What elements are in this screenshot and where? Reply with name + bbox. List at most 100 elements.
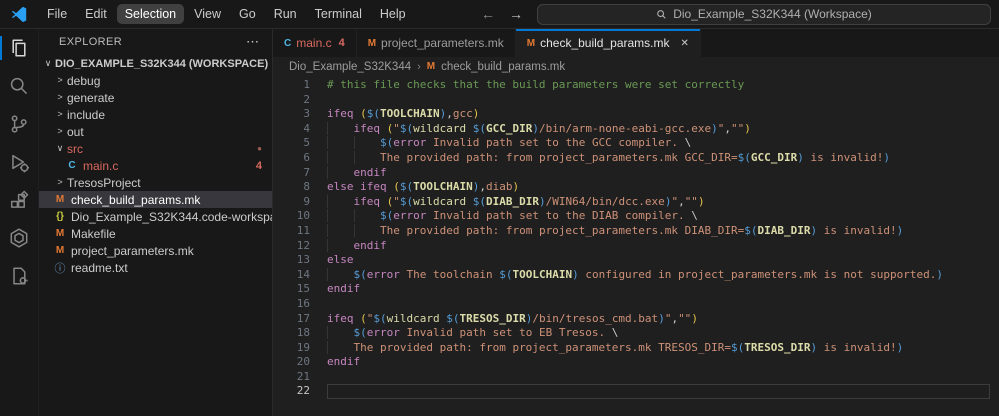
menu-file[interactable]: File	[39, 4, 75, 24]
line-number: 9	[273, 195, 310, 210]
line-number: 12	[273, 239, 310, 254]
line-content: The provided path: from project_paramete…	[327, 224, 990, 239]
c-file-icon: C	[284, 38, 291, 49]
menu-run[interactable]: Run	[266, 4, 305, 24]
code-line-7[interactable]: 7 endif	[273, 166, 999, 181]
code-line-21[interactable]: 21	[273, 370, 999, 385]
code-line-9[interactable]: 9 ifeq ("$(wildcard $(DIAB_DIR)/WIN64/bi…	[273, 195, 999, 210]
activity-bar-run-debug[interactable]	[0, 143, 38, 181]
vscode-window: FileEditSelectionViewGoRunTerminalHelp ←…	[0, 0, 999, 416]
m-file-icon: M	[368, 38, 376, 49]
code-line-14[interactable]: 14 $(error The toolchain $(TOOLCHAIN) co…	[273, 268, 999, 283]
line-number: 13	[273, 253, 310, 268]
code-line-2[interactable]: 2	[273, 93, 999, 108]
tree-folder-debug[interactable]: >debug	[39, 72, 272, 89]
code-line-16[interactable]: 16	[273, 297, 999, 312]
code-line-6[interactable]: 6 The provided path: from project_parame…	[273, 151, 999, 166]
tree-file-dio-example-s32k344-code-workspace[interactable]: {}Dio_Example_S32K344.code-workspace	[39, 208, 272, 225]
line-number: 8	[273, 180, 310, 195]
info-file-icon: ⓘ	[53, 260, 67, 276]
line-number: 16	[273, 297, 310, 312]
tree-item-label: debug	[67, 74, 100, 88]
tree-file-main-c[interactable]: Cmain.c4	[39, 157, 272, 174]
chevron-right-icon: >	[53, 174, 67, 191]
line-content: The provided path: from project_paramete…	[327, 341, 990, 356]
editor-group: Cmain.c4Mproject_parameters.mkMcheck_bui…	[273, 29, 999, 416]
code-line-19[interactable]: 19 The provided path: from project_param…	[273, 341, 999, 356]
line-content: $(error Invalid path set to EB Tresos. \	[327, 326, 990, 341]
line-number: 4	[273, 122, 310, 137]
activity-bar-package-hexagon[interactable]	[0, 219, 38, 257]
menu-edit[interactable]: Edit	[77, 4, 115, 24]
line-number: 18	[273, 326, 310, 341]
code-line-8[interactable]: 8else ifeq ($(TOOLCHAIN),diab)	[273, 180, 999, 195]
tree-folder-out[interactable]: >out	[39, 123, 272, 140]
tree-file-project-parameters-mk[interactable]: Mproject_parameters.mk	[39, 242, 272, 259]
code-line-17[interactable]: 17ifeq ("$(wildcard $(TRESOS_DIR)/bin/tr…	[273, 312, 999, 327]
code-line-5[interactable]: 5 $(error Invalid path set to the GCC co…	[273, 136, 999, 151]
menu-help[interactable]: Help	[372, 4, 414, 24]
line-content	[327, 384, 990, 399]
tab-check-build-params-mk[interactable]: Mcheck_build_params.mk✕	[516, 29, 701, 57]
line-number: 21	[273, 370, 310, 385]
search-icon	[656, 9, 667, 20]
tree-folder-include[interactable]: >include	[39, 106, 272, 123]
breadcrumb-folder[interactable]: Dio_Example_S32K344	[289, 61, 411, 73]
code-line-10[interactable]: 10 $(error Invalid path set to the DIAB …	[273, 209, 999, 224]
code-line-15[interactable]: 15endif	[273, 282, 999, 297]
activity-bar-config-file[interactable]	[0, 257, 38, 295]
tree-item-label: DIO_EXAMPLE_S32K344 (WORKSPACE)	[55, 58, 268, 70]
code-line-12[interactable]: 12 endif	[273, 239, 999, 254]
menu-terminal[interactable]: Terminal	[307, 4, 370, 24]
forward-arrow-icon[interactable]: →	[509, 6, 523, 22]
code-line-20[interactable]: 20endif	[273, 355, 999, 370]
activity-bar-source-control[interactable]	[0, 105, 38, 143]
tree-item-label: TresosProject	[67, 176, 141, 190]
menu-selection[interactable]: Selection	[117, 4, 184, 24]
tree-file-readme-txt[interactable]: ⓘ readme.txt	[39, 259, 272, 276]
tree-folder-dio-example-s32k344-workspace[interactable]: ∨DIO_EXAMPLE_S32K344 (WORKSPACE)	[39, 55, 272, 72]
line-content: $(error Invalid path set to the DIAB com…	[327, 209, 990, 224]
menu-go[interactable]: Go	[231, 4, 264, 24]
menu-bar: FileEditSelectionViewGoRunTerminalHelp	[38, 0, 415, 28]
back-arrow-icon[interactable]: ←	[481, 6, 495, 22]
activity-bar-search[interactable]	[0, 67, 38, 105]
tree-folder-generate[interactable]: >generate	[39, 89, 272, 106]
m-file-icon: M	[53, 194, 67, 205]
code-line-13[interactable]: 13else	[273, 253, 999, 268]
tree-folder-src[interactable]: ∨src●	[39, 140, 272, 157]
close-icon[interactable]: ✕	[681, 38, 689, 49]
breadcrumb-file[interactable]: check_build_params.mk	[441, 61, 565, 73]
tree-file-check-build-params-mk[interactable]: Mcheck_build_params.mk	[39, 191, 272, 208]
tree-item-label: generate	[67, 91, 114, 105]
tab-main-c[interactable]: Cmain.c4	[273, 29, 357, 57]
search-label: Dio_Example_S32K344 (Workspace)	[673, 7, 872, 21]
activity-bar-explorer[interactable]	[0, 29, 38, 67]
tab-project-parameters-mk[interactable]: Mproject_parameters.mk	[357, 29, 516, 57]
code-line-1[interactable]: 1# this file checks that the build param…	[273, 78, 999, 93]
code-line-3[interactable]: 3ifeq ($(TOOLCHAIN),gcc)	[273, 107, 999, 122]
code-line-18[interactable]: 18 $(error Invalid path set to EB Tresos…	[273, 326, 999, 341]
extensions-icon	[8, 189, 30, 211]
menu-view[interactable]: View	[186, 4, 229, 24]
modified-dot-badge: ●	[257, 144, 262, 153]
chevron-down-icon: ∨	[53, 140, 67, 157]
command-center-search[interactable]: Dio_Example_S32K344 (Workspace)	[537, 4, 991, 25]
line-content: endif	[327, 239, 990, 254]
activity-bar-extensions[interactable]	[0, 181, 38, 219]
explorer-sidebar: EXPLORER ⋯ ∨DIO_EXAMPLE_S32K344 (WORKSPA…	[39, 29, 273, 416]
tree-file-makefile[interactable]: MMakefile	[39, 225, 272, 242]
run-debug-icon	[8, 151, 30, 173]
m-file-icon: M	[53, 245, 67, 256]
code-line-22[interactable]: 22	[273, 384, 999, 399]
tree-folder-tresosproject[interactable]: >TresosProject	[39, 174, 272, 191]
code-line-11[interactable]: 11 The provided path: from project_param…	[273, 224, 999, 239]
tree-item-label: readme.txt	[71, 261, 128, 275]
vscode-logo-icon	[0, 5, 38, 23]
tree-item-label: project_parameters.mk	[71, 244, 194, 258]
breadcrumb[interactable]: Dio_Example_S32K344 › M check_build_para…	[273, 57, 999, 76]
code-editor[interactable]: 1# this file checks that the build param…	[273, 76, 999, 416]
code-line-4[interactable]: 4 ifeq ("$(wildcard $(GCC_DIR)/bin/arm-n…	[273, 122, 999, 137]
more-actions-icon[interactable]: ⋯	[246, 34, 260, 50]
line-content	[327, 370, 990, 385]
